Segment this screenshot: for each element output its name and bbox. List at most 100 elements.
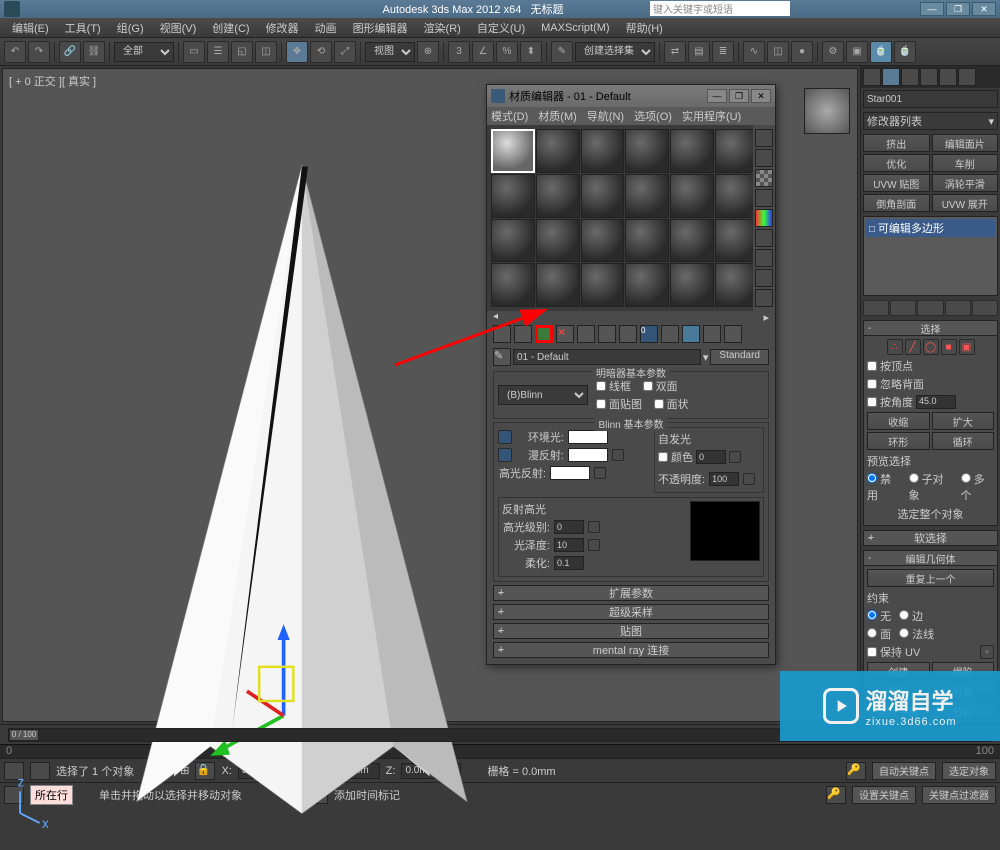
twosided-checkbox[interactable] — [643, 381, 653, 391]
help-search-input[interactable]: 键入关键字或短语 — [650, 1, 790, 16]
material-slot-11[interactable] — [670, 174, 714, 218]
ambient-lock-icon[interactable] — [498, 430, 512, 444]
link-button[interactable]: 🔗 — [59, 41, 81, 63]
faceted-checkbox[interactable] — [654, 399, 664, 409]
mental-rollout-header[interactable]: mental ray 连接 — [593, 642, 669, 658]
material-slot-1[interactable] — [491, 129, 535, 173]
btn-extrude[interactable]: 挤出 — [863, 134, 930, 152]
btn-lathe[interactable]: 车削 — [932, 154, 999, 172]
unlink-button[interactable]: ⛓ — [83, 41, 105, 63]
btn-uvw-map[interactable]: UVW 贴图 — [863, 174, 930, 192]
material-editor-button[interactable]: ● — [791, 41, 813, 63]
stack-pin-button[interactable] — [863, 300, 889, 316]
background-button[interactable] — [755, 169, 773, 187]
make-copy-button[interactable] — [577, 325, 595, 343]
modifier-list-dropdown[interactable]: 修改器列表▾ — [863, 112, 998, 130]
redo-button[interactable]: ↷ — [28, 41, 50, 63]
ext-rollout-header[interactable]: 扩展参数 — [609, 585, 653, 601]
edit-selset-button[interactable]: ✎ — [551, 41, 573, 63]
soften-spinner[interactable]: 0.1 — [554, 556, 584, 570]
auto-key-button[interactable]: 自动关键点 — [872, 762, 936, 780]
tab-hierarchy-icon[interactable] — [901, 68, 919, 86]
material-slot-4[interactable] — [625, 129, 669, 173]
spec-level-map-button[interactable] — [588, 521, 600, 533]
diffuse-map-button[interactable] — [612, 449, 624, 461]
opacity-map-button[interactable] — [743, 473, 755, 485]
mirror-button[interactable]: ⇄ — [664, 41, 686, 63]
spinner-snap-button[interactable]: ⬍ — [520, 41, 542, 63]
material-preview-cube-icon[interactable] — [804, 88, 850, 134]
make-unique-button[interactable] — [598, 325, 616, 343]
dlg-menu-material[interactable]: 材质(M) — [538, 108, 577, 124]
percent-snap-button[interactable]: % — [496, 41, 518, 63]
scale-button[interactable]: ⤢ — [334, 41, 356, 63]
tab-display-icon[interactable] — [939, 68, 957, 86]
snap-toggle-button[interactable]: 3 — [448, 41, 470, 63]
select-by-name-button[interactable]: ☰ — [207, 41, 229, 63]
by-vertex-checkbox[interactable] — [867, 361, 877, 371]
material-slot-9[interactable] — [581, 174, 625, 218]
stack-show-button[interactable] — [890, 300, 916, 316]
spec-level-spinner[interactable]: 0 — [554, 520, 584, 534]
dialog-maximize-button[interactable]: ❐ — [729, 89, 749, 103]
material-slot-21[interactable] — [581, 263, 625, 307]
keep-uv-checkbox[interactable] — [867, 647, 877, 657]
subobj-poly-icon[interactable]: ■ — [941, 339, 957, 355]
gloss-spinner[interactable]: 10 — [554, 538, 584, 552]
constraint-edge-radio[interactable] — [899, 610, 909, 620]
menu-graph[interactable]: 图形编辑器 — [345, 18, 416, 38]
material-type-button[interactable]: Standard — [710, 349, 769, 365]
angle-snap-button[interactable]: ∠ — [472, 41, 494, 63]
center-pivot-button[interactable]: ⊕ — [417, 41, 439, 63]
maps-rollout-header[interactable]: 贴图 — [620, 623, 642, 639]
preview-sub-radio[interactable] — [909, 473, 919, 483]
schematic-button[interactable]: ◫ — [767, 41, 789, 63]
time-marker[interactable]: 0 / 100 — [9, 729, 39, 741]
btn-bevel[interactable]: 倒角剖面 — [863, 194, 930, 212]
dialog-titlebar[interactable]: 材质编辑器 - 01 - Default — ❐ ✕ — [487, 85, 775, 107]
show-end-button[interactable] — [682, 325, 700, 343]
layers-button[interactable]: ≣ — [712, 41, 734, 63]
rollout-geom-header[interactable]: 编辑几何体 — [863, 550, 998, 566]
video-check-button[interactable] — [755, 209, 773, 227]
specular-color-swatch[interactable] — [550, 466, 590, 480]
material-slot-18[interactable] — [715, 219, 759, 263]
dlg-menu-nav[interactable]: 导航(N) — [587, 108, 624, 124]
named-selset-dropdown[interactable]: 创建选择集 — [575, 42, 655, 62]
self-illum-spinner[interactable]: 0 — [696, 450, 726, 464]
assign-material-button[interactable] — [535, 325, 553, 343]
material-slot-19[interactable] — [491, 263, 535, 307]
dlg-menu-util[interactable]: 实用程序(U) — [682, 108, 741, 124]
show-in-vp-button[interactable] — [661, 325, 679, 343]
rollout-soft-header[interactable]: +软选择 — [863, 530, 998, 546]
material-slot-12[interactable] — [715, 174, 759, 218]
render-setup-button[interactable]: ⚙ — [822, 41, 844, 63]
sample-type-button[interactable] — [755, 129, 773, 147]
object-name-input[interactable]: Star001 — [863, 90, 998, 108]
material-slot-2[interactable] — [536, 129, 580, 173]
material-slot-7[interactable] — [491, 174, 535, 218]
stack-remove-button[interactable] — [945, 300, 971, 316]
window-crossing-button[interactable]: ◫ — [255, 41, 277, 63]
dialog-minimize-button[interactable]: — — [707, 89, 727, 103]
material-slot-14[interactable] — [536, 219, 580, 263]
preview-multi-radio[interactable] — [961, 473, 971, 483]
minimize-button[interactable]: — — [920, 2, 944, 16]
render-button[interactable]: 🍵 — [870, 41, 892, 63]
dialog-close-button[interactable]: ✕ — [751, 89, 771, 103]
preview-off-radio[interactable] — [867, 473, 877, 483]
mat-id-button[interactable]: 0 — [640, 325, 658, 343]
material-slot-13[interactable] — [491, 219, 535, 263]
btn-repeat-last[interactable]: 重复上一个 — [867, 569, 994, 587]
btn-optimize[interactable]: 优化 — [863, 154, 930, 172]
constraint-none-radio[interactable] — [867, 610, 877, 620]
material-slot-5[interactable] — [670, 129, 714, 173]
maximize-button[interactable]: ❐ — [946, 2, 970, 16]
menu-create[interactable]: 创建(C) — [204, 18, 257, 38]
options-button[interactable] — [755, 249, 773, 267]
menu-edit[interactable]: 编辑(E) — [4, 18, 57, 38]
menu-tools[interactable]: 工具(T) — [57, 18, 109, 38]
curve-editor-button[interactable]: ∿ — [743, 41, 765, 63]
sel-list-button[interactable]: 选定对象 — [942, 762, 996, 780]
go-forward-button[interactable] — [724, 325, 742, 343]
